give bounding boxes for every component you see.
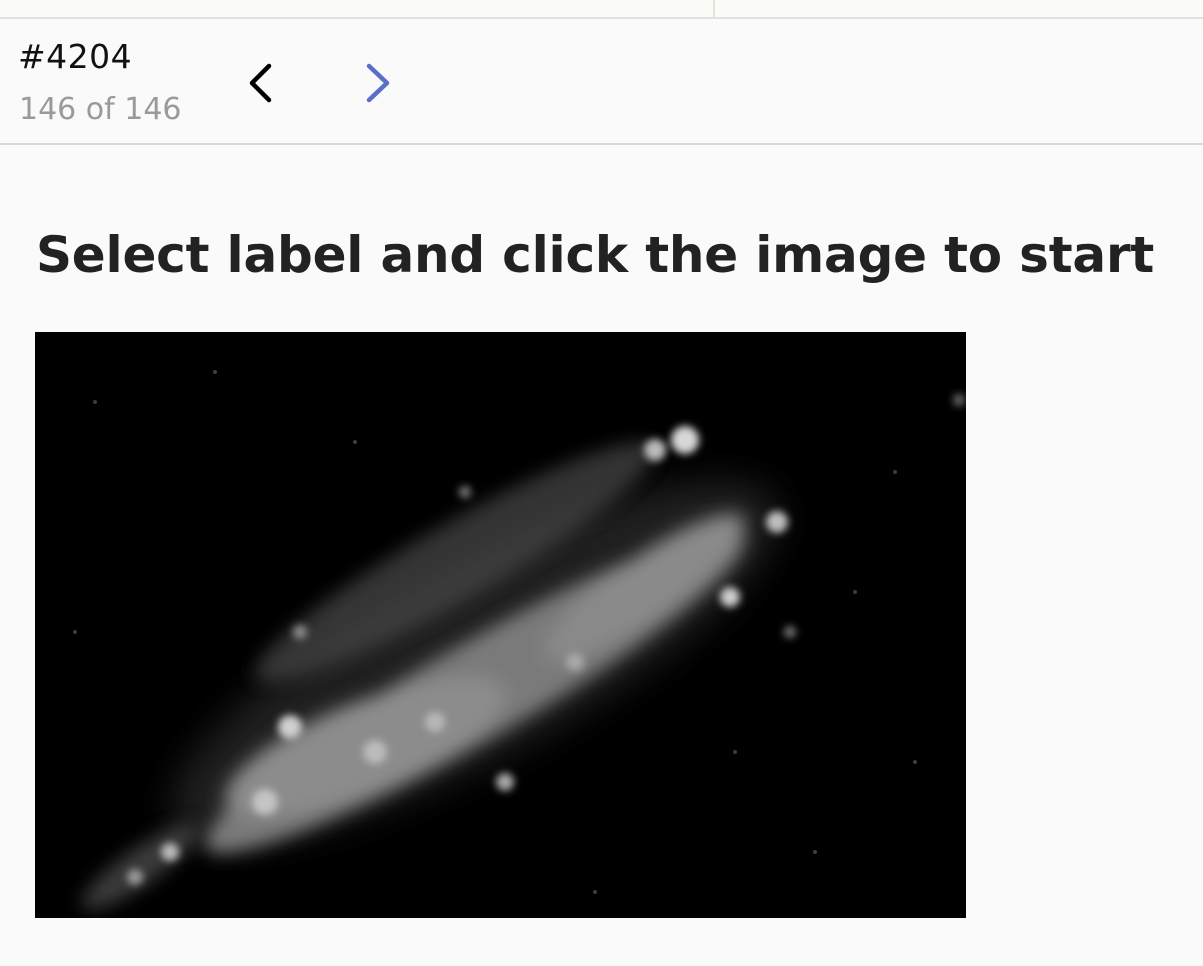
top-divider <box>713 0 715 17</box>
top-strip <box>0 0 1203 19</box>
task-nav-bar: #4204 146 of 146 <box>0 19 1203 145</box>
next-task-button[interactable] <box>351 56 405 110</box>
previous-task-button[interactable] <box>234 56 288 110</box>
task-id: #4204 <box>18 37 133 76</box>
chevron-left-icon <box>249 63 272 103</box>
chevron-right-icon <box>366 63 390 103</box>
annotation-image[interactable] <box>35 332 966 918</box>
instruction-heading: Select label and click the image to star… <box>36 226 1155 284</box>
task-position: 146 of 146 <box>19 92 182 127</box>
galaxy-image <box>35 332 966 918</box>
